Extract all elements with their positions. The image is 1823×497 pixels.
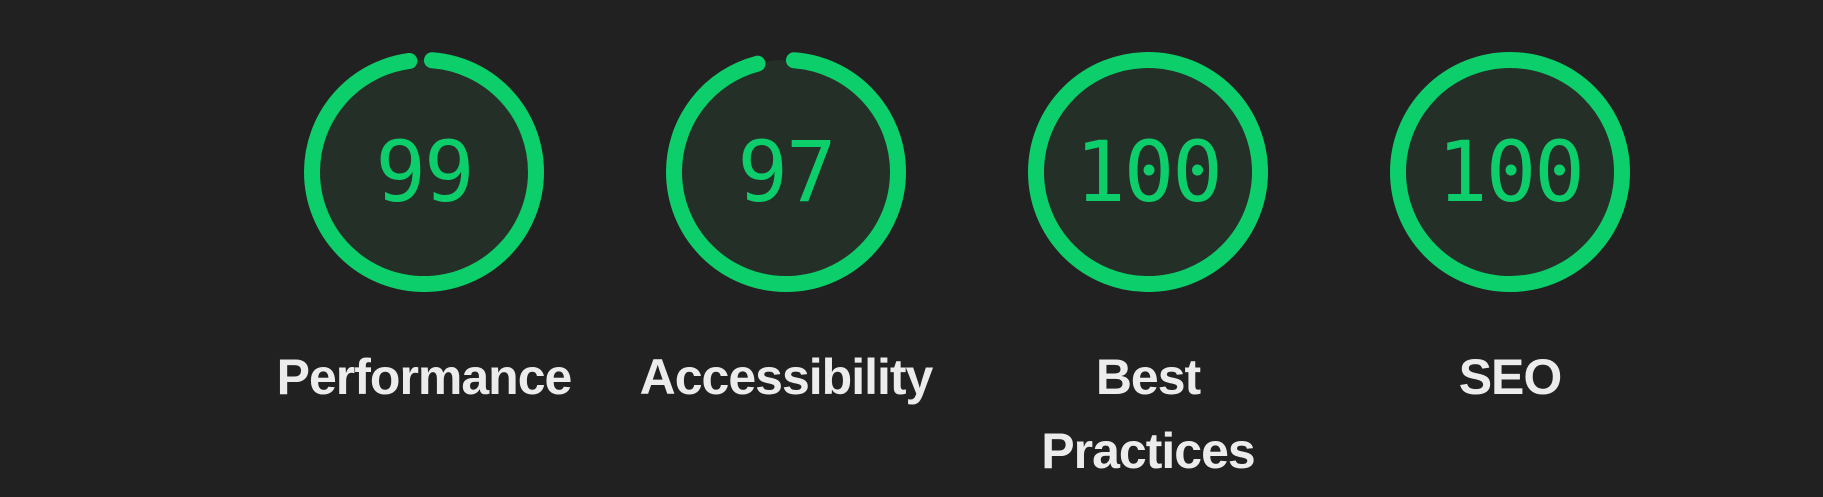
gauge-label: Performance [276,349,573,405]
score-gauges: 99 Performance 97 Accessibility 100 Best… [0,0,1823,497]
gauge-seo[interactable]: 100 SEO [1345,52,1675,492]
gauge-score: 99 [375,123,474,221]
gauge-best-practices[interactable]: 100 Best Practices [983,52,1313,492]
gauge-label: SEO [1458,349,1563,405]
gauge-label: Accessibility [639,349,934,405]
gauge-accessibility[interactable]: 97 Accessibility [621,52,951,492]
gauge-score: 100 [1075,123,1223,221]
gauge-label: Best Practices [1041,349,1255,479]
gauge-performance[interactable]: 99 Performance [259,52,589,492]
gauge-score: 97 [737,123,836,221]
gauge-score: 100 [1437,123,1585,221]
